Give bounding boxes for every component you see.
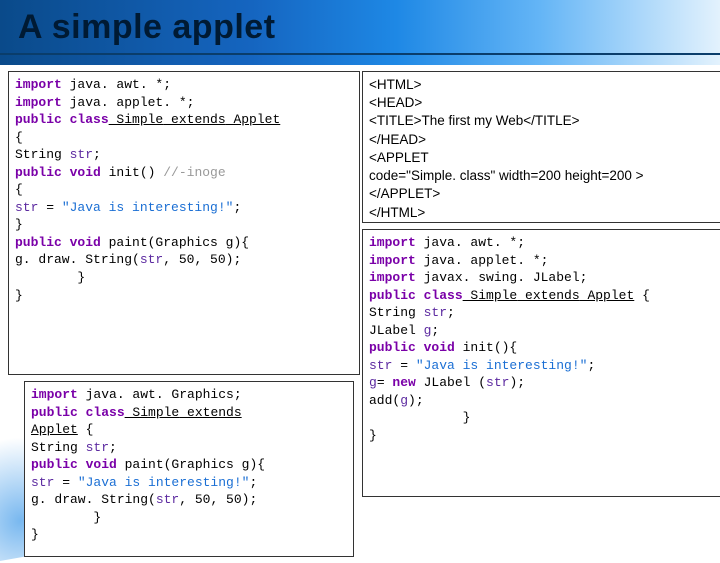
code-text: ; bbox=[447, 305, 455, 320]
code-text: java. awt. *; bbox=[62, 77, 171, 92]
slide-content: import java. awt. *; import java. applet… bbox=[0, 65, 720, 533]
code-text: <HTML> bbox=[369, 76, 715, 94]
code-text: , 50, 50); bbox=[163, 252, 241, 267]
code-text: java. applet. *; bbox=[62, 95, 195, 110]
code-text: <TITLE>The first my Web</TITLE> bbox=[369, 112, 715, 130]
code-text: , 50, 50); bbox=[179, 492, 257, 507]
kw: public void bbox=[369, 340, 455, 355]
var: str bbox=[424, 305, 447, 320]
code-text: g. draw. String( bbox=[15, 252, 140, 267]
kw: import bbox=[369, 253, 416, 268]
slide-header: A simple applet bbox=[0, 0, 720, 65]
class-name: Applet bbox=[226, 112, 281, 127]
code-text: init(){ bbox=[455, 340, 517, 355]
code-text: ; bbox=[587, 358, 595, 373]
code-text: String bbox=[15, 147, 70, 162]
kw: import bbox=[369, 235, 416, 250]
kw: import bbox=[15, 77, 62, 92]
code-text: ); bbox=[408, 393, 424, 408]
kw: new bbox=[392, 375, 415, 390]
code-text: = bbox=[38, 200, 61, 215]
code-text: } bbox=[369, 410, 470, 425]
string: "Java is interesting!" bbox=[416, 358, 588, 373]
kw: public class bbox=[31, 405, 125, 420]
var: str bbox=[86, 440, 109, 455]
code-text: { bbox=[634, 288, 650, 303]
code-text: } bbox=[15, 217, 23, 232]
var: str bbox=[70, 147, 93, 162]
title-underline bbox=[0, 53, 720, 55]
kw: import bbox=[369, 270, 416, 285]
var: str bbox=[31, 475, 54, 490]
comment: //-inoge bbox=[163, 165, 225, 180]
kw: public void bbox=[15, 235, 101, 250]
code-box-java-jlabel: import java. awt. *; import java. applet… bbox=[362, 229, 720, 497]
code-text: ; bbox=[249, 475, 257, 490]
code-text: ; bbox=[233, 200, 241, 215]
code-box-html: <HTML> <HEAD> <TITLE>The first my Web</T… bbox=[362, 71, 720, 223]
kw: import bbox=[15, 95, 62, 110]
code-text: ; bbox=[93, 147, 101, 162]
code-text: ); bbox=[509, 375, 525, 390]
class-name: Applet bbox=[580, 288, 635, 303]
code-text: } bbox=[15, 270, 85, 285]
code-text: ; bbox=[109, 440, 117, 455]
code-text: </HTML> bbox=[369, 204, 715, 222]
code-text: paint(Graphics g){ bbox=[117, 457, 265, 472]
class-name: Applet bbox=[31, 422, 78, 437]
var: g bbox=[400, 393, 408, 408]
code-box-java-paint: import java. awt. Graphics; public class… bbox=[24, 381, 354, 557]
kw: extends bbox=[517, 288, 579, 303]
string: "Java is interesting!" bbox=[62, 200, 234, 215]
code-text: <APPLET bbox=[369, 149, 715, 167]
kw: extends bbox=[163, 112, 225, 127]
code-box-java-main: import java. awt. *; import java. applet… bbox=[8, 71, 360, 375]
code-text: ; bbox=[431, 323, 439, 338]
code-text: } bbox=[31, 527, 39, 542]
kw: public class bbox=[369, 288, 463, 303]
code-text: java. awt. Graphics; bbox=[78, 387, 242, 402]
code-text: </HEAD> bbox=[369, 131, 715, 149]
var: str bbox=[140, 252, 163, 267]
code-text: { bbox=[15, 182, 23, 197]
kw: public void bbox=[31, 457, 117, 472]
var: g bbox=[369, 375, 377, 390]
var: str bbox=[15, 200, 38, 215]
code-text: } bbox=[369, 428, 377, 443]
class-name: Simple bbox=[463, 288, 518, 303]
code-text: <HEAD> bbox=[369, 94, 715, 112]
kw: public class bbox=[15, 112, 109, 127]
code-text: String bbox=[31, 440, 86, 455]
var: str bbox=[156, 492, 179, 507]
code-text: String bbox=[369, 305, 424, 320]
code-text: } bbox=[15, 288, 23, 303]
code-text: { bbox=[15, 130, 23, 145]
string: "Java is interesting!" bbox=[78, 475, 250, 490]
code-text: = bbox=[54, 475, 77, 490]
code-text: g. draw. String( bbox=[31, 492, 156, 507]
code-text: = bbox=[392, 358, 415, 373]
kw: import bbox=[31, 387, 78, 402]
code-text: = bbox=[377, 375, 393, 390]
code-text: java. awt. *; bbox=[416, 235, 525, 250]
code-text: code="Simple. class" width=200 height=20… bbox=[369, 167, 715, 185]
class-name: Simple bbox=[125, 405, 180, 420]
code-text: { bbox=[78, 422, 94, 437]
code-text: JLabel ( bbox=[416, 375, 486, 390]
var: str bbox=[486, 375, 509, 390]
kw: extends bbox=[179, 405, 241, 420]
class-name: Simple bbox=[109, 112, 164, 127]
code-text: JLabel bbox=[369, 323, 424, 338]
code-text: javax. swing. JLabel; bbox=[416, 270, 588, 285]
code-text: } bbox=[31, 510, 101, 525]
code-text: init() bbox=[101, 165, 163, 180]
slide-title: A simple applet bbox=[18, 8, 702, 47]
kw: public void bbox=[15, 165, 101, 180]
code-text: </APPLET> bbox=[369, 185, 715, 203]
code-text: add( bbox=[369, 393, 400, 408]
var: str bbox=[369, 358, 392, 373]
code-text: paint(Graphics g){ bbox=[101, 235, 249, 250]
code-text: java. applet. *; bbox=[416, 253, 549, 268]
